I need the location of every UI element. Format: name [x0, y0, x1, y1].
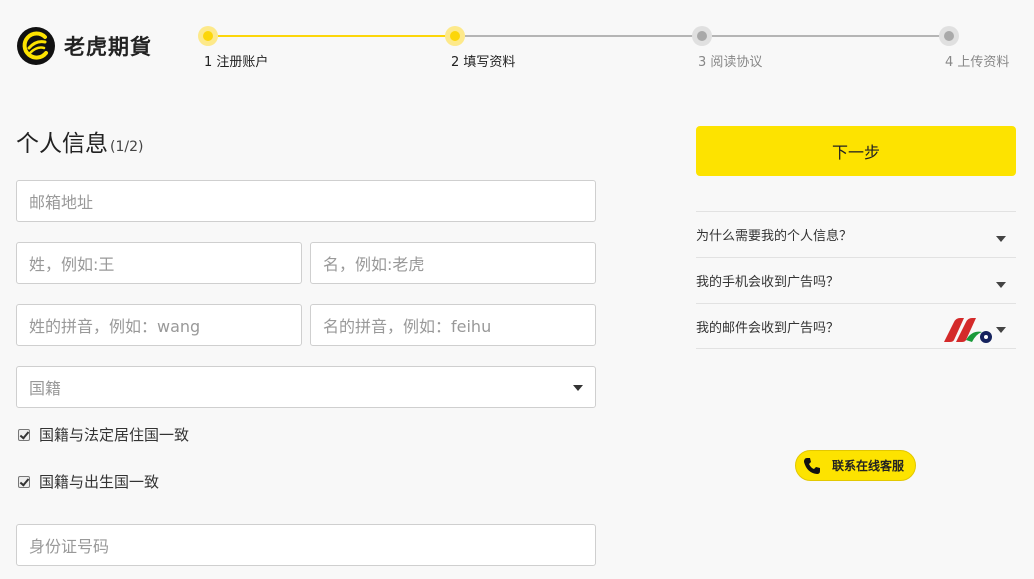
id-number-field[interactable]: 身份证号码 — [16, 524, 596, 566]
residence-check-row[interactable]: 国籍与法定居住国一致 — [18, 424, 189, 445]
faq-list: 为什么需要我的个人信息？ 我的手机会收到广告吗？ 我的邮件会收到广告吗？ — [696, 211, 1016, 349]
step-line-3 — [712, 35, 940, 37]
given-name-field[interactable]: 名，例如:老虎 — [310, 242, 596, 284]
id-number-placeholder: 身份证号码 — [29, 537, 110, 556]
step-1-label: 1 注册账户 — [204, 51, 268, 70]
step-3-label: 3 阅读协议 — [698, 51, 762, 70]
phone-icon — [804, 457, 820, 474]
faq-item[interactable]: 我的手机会收到广告吗？ — [696, 257, 1016, 303]
step-1-dot — [198, 26, 218, 46]
email-placeholder: 邮箱地址 — [29, 193, 94, 212]
chevron-down-icon[interactable] — [996, 281, 1006, 288]
surname-placeholder: 姓，例如:王 — [29, 255, 115, 274]
step-line-2 — [465, 35, 693, 37]
step-3-dot — [692, 26, 712, 46]
step-progress: 1 注册账户 2 填写资料 3 阅读协议 4 上传资料 — [0, 0, 1034, 80]
faq-question: 为什么需要我的个人信息？ — [696, 229, 853, 244]
next-step-button[interactable]: 下一步 — [696, 126, 1016, 176]
form-progress: (1/2) — [110, 139, 144, 155]
residence-check-label: 国籍与法定居住国一致 — [39, 426, 190, 444]
customer-service-button[interactable]: 联系在线客服 — [795, 450, 916, 481]
given-name-pinyin-field[interactable]: 名的拼音，例如：feihu — [310, 304, 596, 346]
brand-mark-icon — [944, 318, 992, 343]
surname-pinyin-placeholder: 姓的拼音，例如：wang — [29, 317, 201, 336]
faq-item[interactable]: 为什么需要我的个人信息？ — [696, 211, 1016, 257]
faq-question: 我的邮件会收到广告吗？ — [696, 320, 840, 336]
step-4-number: 4 — [945, 55, 954, 70]
step-2-label: 2 填写资料 — [451, 51, 515, 70]
chevron-down-icon[interactable] — [996, 235, 1006, 242]
birth-check-row[interactable]: 国籍与出生国一致 — [18, 471, 159, 492]
nationality-select[interactable]: 国籍 — [16, 366, 596, 408]
surname-field[interactable]: 姓，例如:王 — [16, 242, 302, 284]
faq-item[interactable]: 我的邮件会收到广告吗？ — [696, 303, 1016, 349]
birth-check-label: 国籍与出生国一致 — [39, 473, 160, 491]
faq-question: 我的手机会收到广告吗？ — [696, 275, 840, 290]
registration-page: 老虎期貨 1 注册账户 2 填写资料 3 阅读协议 4 上传资料 个人信息 (1… — [0, 0, 1034, 579]
step-line-1 — [218, 35, 446, 37]
next-step-label: 下一步 — [831, 143, 880, 162]
step-2-number: 2 — [451, 55, 460, 70]
given-name-placeholder: 名，例如:老虎 — [323, 255, 425, 274]
email-field[interactable]: 邮箱地址 — [16, 180, 596, 222]
surname-pinyin-field[interactable]: 姓的拼音，例如：wang — [16, 304, 302, 346]
customer-service-label: 联系在线客服 — [832, 459, 905, 473]
nationality-placeholder: 国籍 — [29, 379, 62, 398]
residence-checkbox[interactable] — [18, 428, 30, 441]
form-heading: 个人信息 — [16, 131, 108, 157]
step-1-text: 注册账户 — [216, 55, 269, 70]
step-3-text: 阅读协议 — [710, 55, 763, 70]
step-4-text: 上传资料 — [957, 55, 1010, 70]
step-2-text: 填写资料 — [463, 55, 516, 70]
step-3-number: 3 — [698, 55, 707, 70]
chevron-down-icon[interactable] — [996, 327, 1006, 333]
step-1-number: 1 — [204, 55, 213, 70]
chevron-down-icon — [573, 385, 583, 391]
form-title: 个人信息 (1/2) — [16, 124, 143, 158]
birth-checkbox[interactable] — [18, 475, 30, 488]
given-name-pinyin-placeholder: 名的拼音，例如：feihu — [323, 317, 492, 336]
step-4-label: 4 上传资料 — [945, 51, 1009, 70]
step-2-dot — [445, 26, 465, 46]
step-4-dot — [939, 26, 959, 46]
